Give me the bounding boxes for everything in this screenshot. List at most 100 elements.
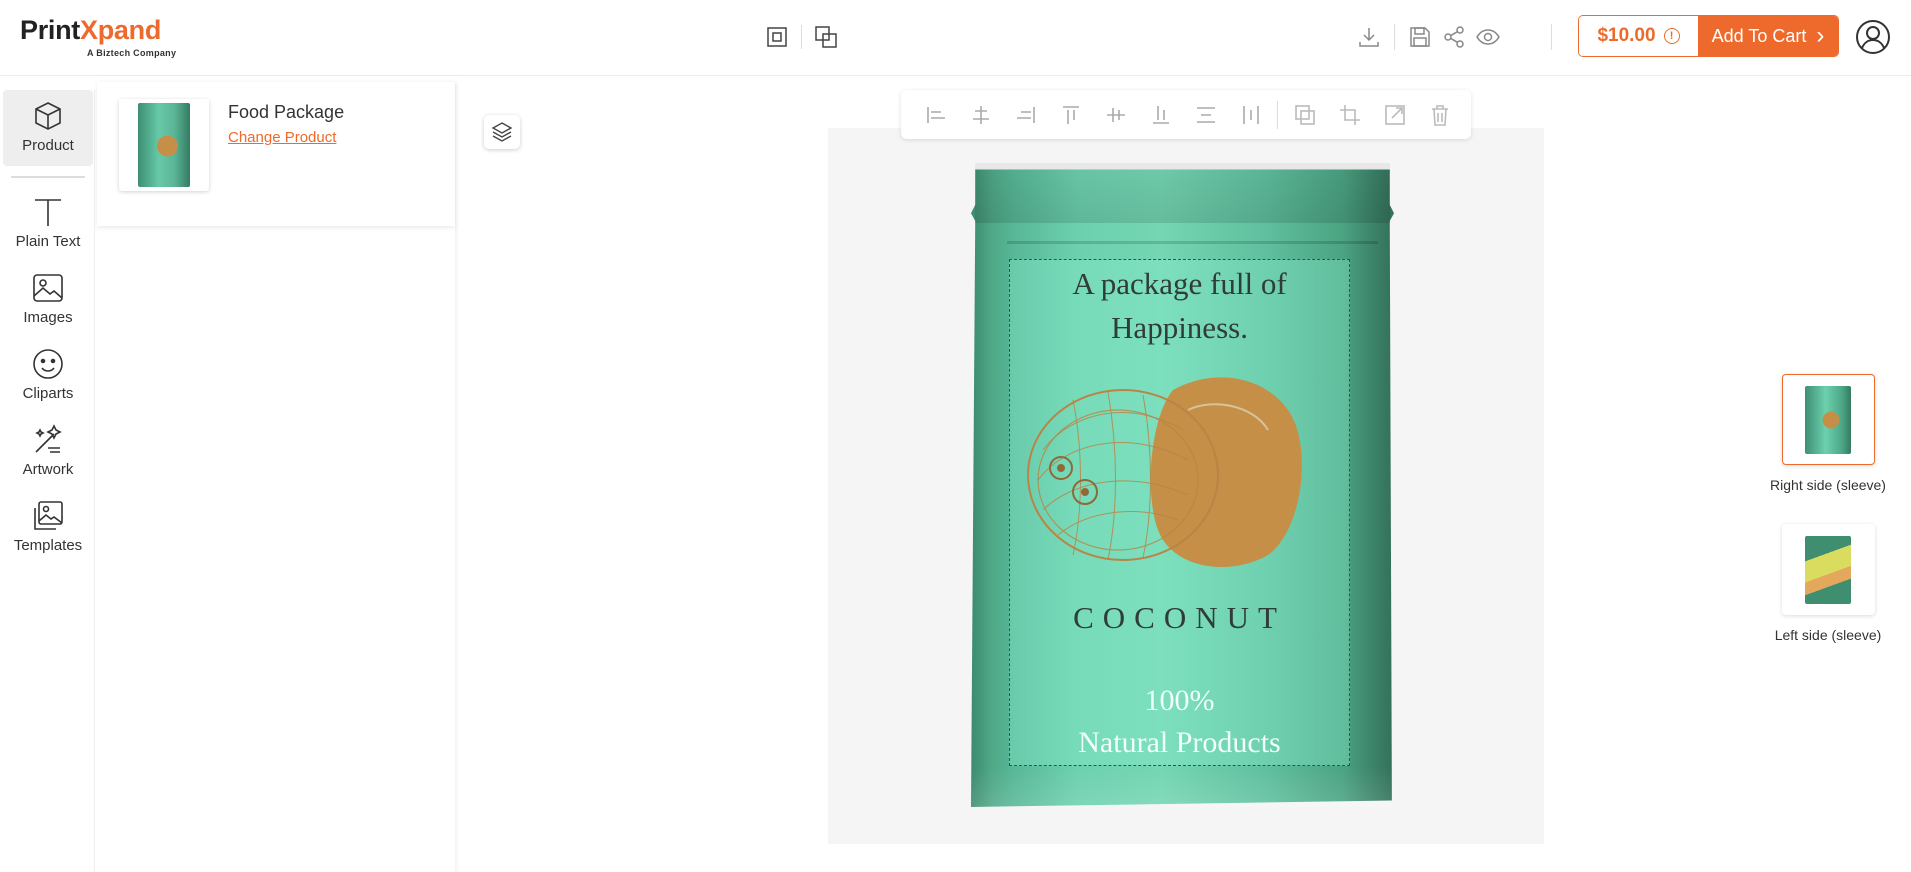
bag-top-seal xyxy=(975,163,1390,223)
product-title: Food Package xyxy=(228,102,345,122)
side-view-image xyxy=(1805,535,1851,604)
rail-item-label: Product xyxy=(22,137,74,154)
single-view-icon xyxy=(767,27,787,47)
price-info-icon[interactable]: ! xyxy=(1663,28,1680,44)
design-product-name-text[interactable]: COCONUT xyxy=(1009,600,1350,636)
layers-button[interactable] xyxy=(484,115,520,149)
rail-item-label: Cliparts xyxy=(22,385,74,402)
align-right-icon xyxy=(1016,106,1035,123)
bag-bottom-shade xyxy=(971,767,1394,807)
align-middle-button[interactable] xyxy=(1093,95,1138,135)
rail-item-label: Artwork xyxy=(22,461,74,478)
side-view-left-sleeve[interactable]: Left side (sleeve) xyxy=(1768,524,1888,643)
align-left-button[interactable] xyxy=(913,95,958,135)
align-center-button[interactable] xyxy=(958,95,1003,135)
change-product-link[interactable]: Change Product xyxy=(228,129,336,146)
duplicate-icon xyxy=(1294,104,1315,125)
layers-icon xyxy=(491,122,513,142)
rail-item-label: Images xyxy=(23,309,73,326)
add-to-cart-label: Add To Cart xyxy=(1711,25,1807,46)
top-header: PrintXpand A Biztech Company $10.00 ! Ad… xyxy=(0,0,1911,76)
rail-item-templates[interactable]: Templates xyxy=(3,490,93,562)
download-icon xyxy=(1359,28,1379,47)
side-view-label: Left side (sleeve) xyxy=(1774,627,1882,643)
coconut-illustration[interactable] xyxy=(1013,370,1348,580)
delete-icon xyxy=(1431,104,1448,126)
download-button[interactable] xyxy=(1352,20,1386,54)
align-middle-icon xyxy=(1106,107,1125,122)
rail-item-artwork[interactable]: Artwork xyxy=(3,414,93,486)
resize-icon xyxy=(1384,104,1405,125)
distribute-vertical-button[interactable] xyxy=(1183,95,1228,135)
multi-view-icon xyxy=(815,26,837,48)
resize-button[interactable] xyxy=(1372,95,1417,135)
logo-tagline: A Biztech Company xyxy=(87,48,177,58)
rail-item-label: Plain Text xyxy=(15,233,81,250)
rail-divider xyxy=(11,176,85,178)
side-view-right-sleeve[interactable]: Right side (sleeve) xyxy=(1768,374,1888,493)
crop-icon xyxy=(1339,104,1360,125)
product-thumbnail[interactable] xyxy=(119,99,209,191)
rail-item-cliparts[interactable]: Cliparts xyxy=(3,338,93,410)
rail-item-label: Templates xyxy=(13,537,83,554)
toolbar-divider xyxy=(1277,100,1278,129)
crop-button[interactable] xyxy=(1327,95,1372,135)
single-view-button[interactable] xyxy=(762,22,792,52)
toolbar-divider xyxy=(1394,24,1395,50)
align-right-button[interactable] xyxy=(1003,95,1048,135)
multi-view-button[interactable] xyxy=(811,22,841,52)
side-view-thumbnail xyxy=(1781,374,1875,465)
header-tools xyxy=(1352,20,1505,54)
price-value: $10.00 xyxy=(1597,25,1656,46)
product-thumbnail-image xyxy=(138,103,190,187)
align-top-icon xyxy=(1062,105,1079,124)
side-view-thumbnail xyxy=(1781,524,1875,615)
align-bottom-icon xyxy=(1152,105,1169,124)
save-icon xyxy=(1410,27,1430,47)
smiley-icon xyxy=(33,349,63,379)
align-left-icon xyxy=(926,106,945,123)
tagline-line-2: Natural Products xyxy=(1078,726,1281,759)
price-cart-group: $10.00 ! Add To Cart › xyxy=(1578,15,1839,57)
distribute-horizontal-icon xyxy=(1242,105,1259,124)
rail-item-images[interactable]: Images xyxy=(3,262,93,334)
tagline-line-1: 100% xyxy=(1144,684,1215,717)
preview-button[interactable] xyxy=(1471,20,1505,54)
rail-item-plain-text[interactable]: Plain Text xyxy=(3,186,93,258)
share-icon xyxy=(1444,26,1464,48)
left-tool-rail: Product Plain Text Images Cliparts Artwo… xyxy=(0,90,95,872)
text-icon xyxy=(35,199,61,226)
share-button[interactable] xyxy=(1437,20,1471,54)
templates-icon xyxy=(34,501,63,530)
duplicate-button[interactable] xyxy=(1282,95,1327,135)
rail-item-product[interactable]: Product xyxy=(3,90,93,166)
logo-wordmark: PrintXpand xyxy=(20,15,162,45)
side-view-image xyxy=(1805,385,1851,454)
user-account-button[interactable] xyxy=(1855,19,1891,55)
product-panel: Food Package Change Product xyxy=(97,82,455,872)
delete-button[interactable] xyxy=(1417,95,1462,135)
bag-zip-line xyxy=(1007,241,1378,244)
align-top-button[interactable] xyxy=(1048,95,1093,135)
magic-wand-icon xyxy=(35,424,62,453)
save-button[interactable] xyxy=(1403,20,1437,54)
side-view-label: Right side (sleeve) xyxy=(1770,477,1886,493)
price-display[interactable]: $10.00 ! xyxy=(1579,16,1698,56)
design-tagline-text[interactable]: 100% Natural Products xyxy=(1009,680,1350,764)
align-bottom-button[interactable] xyxy=(1138,95,1183,135)
toolbar-divider xyxy=(1551,24,1552,50)
distribute-horizontal-button[interactable] xyxy=(1228,95,1273,135)
add-to-cart-button[interactable]: Add To Cart › xyxy=(1698,16,1838,56)
cube-icon xyxy=(35,102,61,130)
brand-logo[interactable]: PrintXpand A Biztech Company xyxy=(20,14,176,58)
user-avatar-icon xyxy=(1856,20,1890,54)
product-card: Food Package Change Product xyxy=(97,82,455,226)
image-icon xyxy=(33,274,63,302)
chevron-right-icon: › xyxy=(1816,22,1825,49)
alignment-toolbar xyxy=(901,90,1471,139)
toolbar-divider xyxy=(801,25,802,49)
design-headline-text[interactable]: A package full of Happiness. xyxy=(1009,262,1350,350)
align-center-icon xyxy=(972,105,989,124)
distribute-vertical-icon xyxy=(1196,106,1215,123)
view-toggle-group xyxy=(762,22,841,52)
